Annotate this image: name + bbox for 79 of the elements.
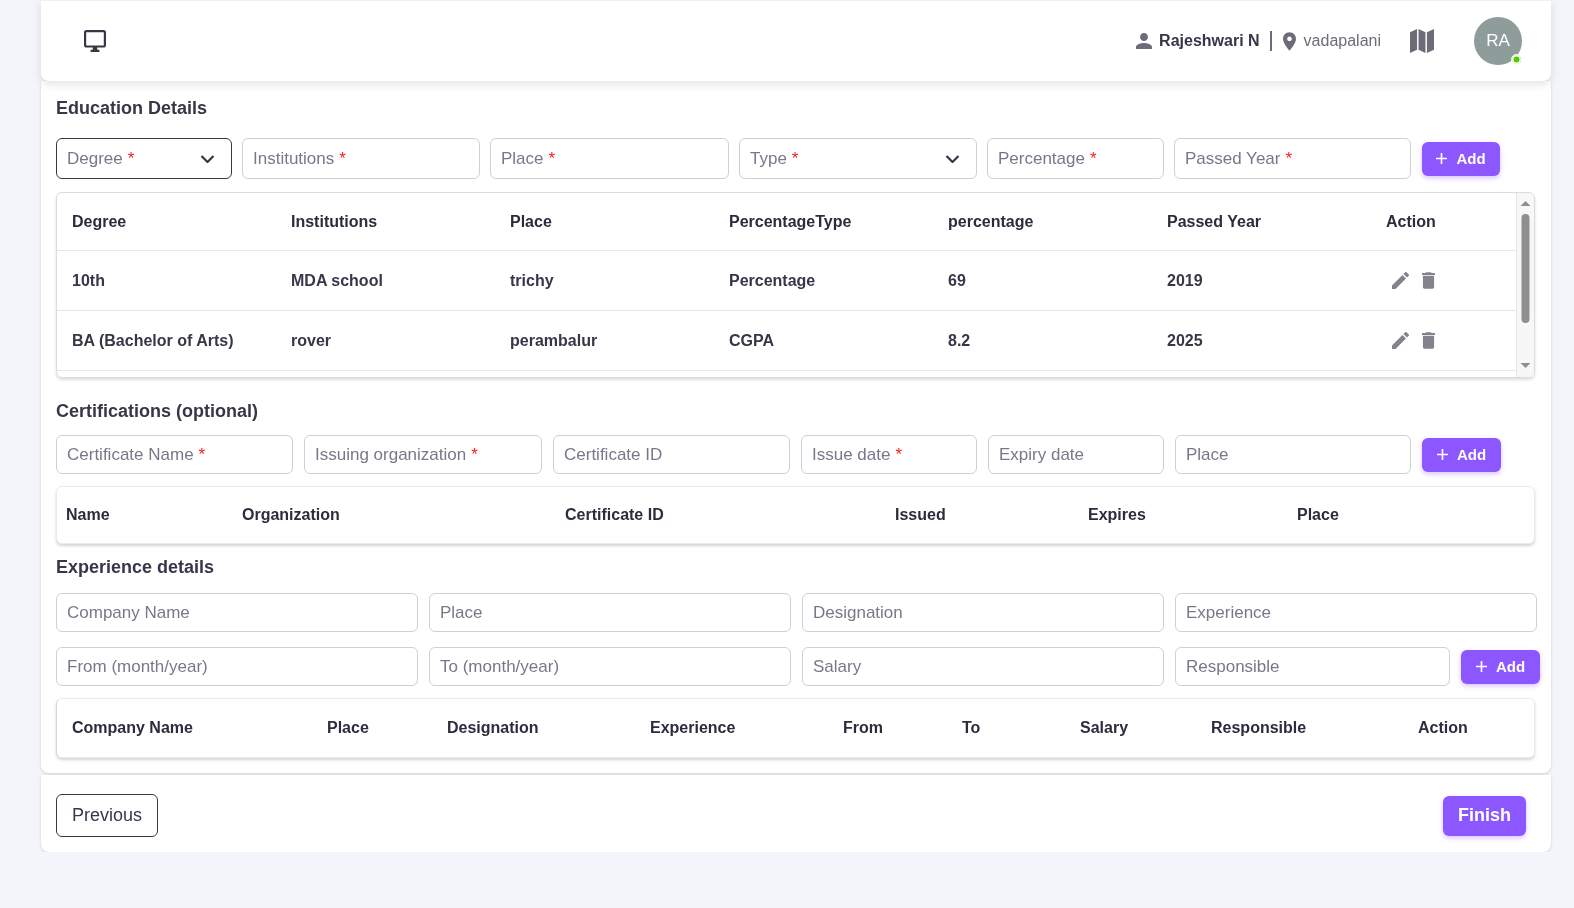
input-field[interactable]: Place [1175, 435, 1411, 474]
table-cell-text: MDA school [291, 271, 384, 290]
column-header: Institutions [291, 212, 379, 231]
table-cell-text: 8.2 [948, 331, 972, 350]
add-button[interactable]: Add [1461, 649, 1540, 684]
input-field[interactable]: Salary [802, 647, 1164, 686]
column-header: Organization [242, 506, 341, 524]
plus-icon [1475, 661, 1487, 672]
input-field[interactable]: Certificate ID [553, 435, 790, 474]
avatar-button[interactable]: RA [1474, 17, 1522, 65]
location-name: vadapalani [1303, 32, 1381, 50]
input-field[interactable]: Expiry date [988, 435, 1164, 474]
column-header: Company Name [72, 719, 194, 737]
column-header: Salary [1080, 719, 1130, 737]
pencil-icon[interactable] [1392, 272, 1409, 289]
column-header: PercentageType [729, 212, 853, 231]
map-icon[interactable] [1410, 29, 1434, 53]
table-cell-text: BA (Bachelor of Arts) [72, 331, 235, 350]
section-heading: Experience details [56, 556, 216, 579]
column-header: Responsible [1211, 719, 1308, 737]
user-name: Rajeshwari N [1159, 32, 1260, 50]
column-header: Place [510, 212, 553, 231]
input-field[interactable]: Place [429, 593, 791, 632]
table-cell-text: 2019 [1167, 271, 1204, 290]
location-pin-icon [1282, 31, 1296, 51]
monitor-icon[interactable] [83, 30, 107, 52]
input-field[interactable]: Issue date * [801, 435, 977, 474]
column-header: Action [1386, 212, 1437, 231]
dropdown-field[interactable]: Degree * [56, 138, 232, 179]
input-field[interactable]: Place * [490, 138, 729, 179]
column-header: Passed Year [1167, 212, 1262, 231]
input-field[interactable]: Responsible [1175, 647, 1450, 686]
table-cell-text: Percentage [729, 271, 817, 290]
person-icon [1136, 33, 1153, 49]
plus-icon [1436, 449, 1448, 460]
column-header: percentage [948, 212, 1035, 231]
column-header: Designation [447, 719, 540, 737]
input-field[interactable]: Institutions * [242, 138, 480, 179]
chevron-down-icon [200, 155, 215, 163]
column-header: Place [1297, 506, 1340, 524]
table-cell-text: CGPA [729, 331, 776, 350]
table-cell-text: trichy [510, 271, 555, 290]
trash-icon[interactable] [1422, 332, 1435, 349]
column-header: Experience [650, 719, 737, 737]
previous-button[interactable]: Previous [56, 794, 159, 837]
input-field[interactable]: Company Name [56, 593, 418, 632]
trash-icon[interactable] [1422, 272, 1435, 289]
section-heading: Education Details [56, 97, 209, 120]
column-header: Expires [1088, 506, 1147, 524]
section-heading: Certifications (optional) [56, 400, 259, 423]
table-cell-text: 69 [948, 271, 967, 290]
scrollbar[interactable] [1516, 193, 1534, 377]
column-header: Certificate ID [565, 506, 665, 524]
column-header: Name [66, 506, 111, 524]
add-button[interactable]: Add [1422, 141, 1500, 176]
finish-button[interactable]: Finish [1443, 795, 1526, 836]
input-field[interactable]: Experience [1175, 593, 1537, 632]
table-cell-text: 10th [72, 271, 106, 290]
column-header: From [843, 719, 884, 737]
input-field[interactable]: From (month/year) [56, 647, 418, 686]
column-header: Action [1418, 719, 1469, 737]
column-header: Issued [895, 506, 947, 524]
column-header: Degree [72, 212, 128, 231]
pencil-icon[interactable] [1392, 332, 1409, 349]
input-field[interactable]: Certificate Name * [56, 435, 293, 474]
plus-icon [1436, 153, 1448, 164]
input-field[interactable]: To (month/year) [429, 647, 791, 686]
input-field[interactable]: Percentage * [987, 138, 1164, 179]
table-cell-text: 2025 [1167, 331, 1204, 350]
column-header: Place [327, 719, 370, 737]
column-header: To [962, 719, 982, 737]
table-cell-text: perambalur [510, 331, 599, 350]
chevron-down-icon [945, 155, 960, 163]
input-field[interactable]: Designation [802, 593, 1164, 632]
input-field[interactable]: Issuing organization * [304, 435, 542, 474]
input-field[interactable]: Passed Year * [1174, 138, 1411, 179]
table-cell-text: rover [291, 331, 333, 350]
add-button[interactable]: Add [1422, 437, 1501, 472]
dropdown-field[interactable]: Type * [739, 138, 977, 179]
